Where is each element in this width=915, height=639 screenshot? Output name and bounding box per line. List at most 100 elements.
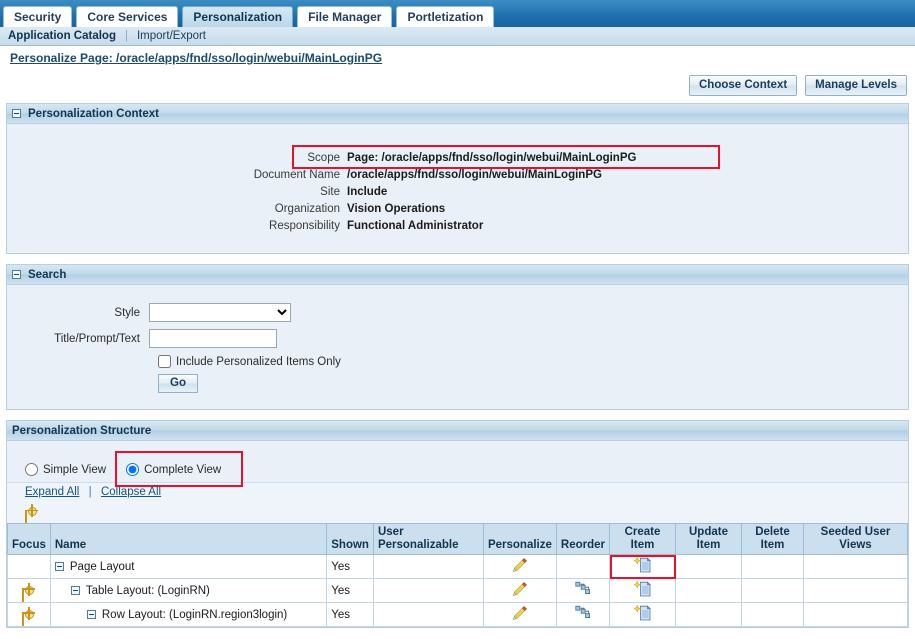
context-row-site: Site Include xyxy=(7,184,908,200)
context-value: /oracle/apps/fnd/sso/login/webui/MainLog… xyxy=(347,169,602,181)
tab-label: Security xyxy=(14,10,62,24)
tab-security[interactable]: Security xyxy=(3,6,73,27)
style-select[interactable] xyxy=(149,303,291,322)
personalization-structure-title: Personalization Structure xyxy=(12,424,152,437)
cell-delete-item xyxy=(741,554,804,579)
subnav-import-export[interactable]: Import/Export xyxy=(137,30,206,42)
pencil-icon[interactable] xyxy=(512,582,528,600)
col-create-item: Create Item xyxy=(609,523,676,555)
node-label: Page Layout xyxy=(69,560,135,573)
context-label: Organization xyxy=(274,203,340,215)
page-title-text[interactable]: Personalize Page: /oracle/apps/fnd/sso/l… xyxy=(10,51,382,65)
personalization-structure-table: Focus Name Shown User Personalizable Per… xyxy=(7,523,908,627)
create-document-icon[interactable] xyxy=(633,605,652,624)
table-row: Table Layout: (LoginRN) Yes xyxy=(7,578,908,603)
title-prompt-input[interactable] xyxy=(149,329,277,348)
personalization-context-header: Personalization Context xyxy=(7,104,908,124)
context-value: Vision Operations xyxy=(347,203,446,215)
cell-update-item xyxy=(675,578,742,603)
tab-portletization[interactable]: Portletization xyxy=(396,6,495,27)
cell-name: Table Layout: (LoginRN) xyxy=(49,578,328,603)
cell-create-item[interactable] xyxy=(609,602,676,627)
link-separator: | xyxy=(88,486,92,498)
collapse-all-link[interactable]: Collapse All xyxy=(101,486,161,498)
create-document-icon[interactable] xyxy=(633,557,652,576)
focus-target-icon[interactable] xyxy=(22,606,36,620)
col-shown: Shown xyxy=(326,523,374,555)
tab-label: Portletization xyxy=(407,10,484,24)
pencil-icon[interactable] xyxy=(512,606,528,624)
cell-focus[interactable] xyxy=(7,578,51,603)
search-panel: Search Style Title/Prompt/Text Include P… xyxy=(6,264,909,410)
tab-core-services[interactable]: Core Services xyxy=(76,6,179,27)
personalization-structure-panel: Personalization Structure Simple View Com… xyxy=(6,420,909,628)
col-delete-item: Delete Item xyxy=(741,523,804,555)
cell-create-item[interactable] xyxy=(609,554,676,579)
col-update-item-line2: Item xyxy=(696,539,721,551)
cell-personalize[interactable] xyxy=(482,554,557,579)
cell-seeded-user-views xyxy=(803,578,908,603)
context-value: Functional Administrator xyxy=(347,220,484,232)
cell-reorder xyxy=(555,554,611,579)
table-row: Page Layout Yes xyxy=(7,554,908,579)
collapse-toggle-icon[interactable] xyxy=(12,270,21,279)
expand-all-link[interactable]: Expand All xyxy=(25,486,79,498)
reorder-icon[interactable] xyxy=(575,605,591,624)
cell-reorder[interactable] xyxy=(555,602,611,627)
subnav-application-catalog[interactable]: Application Catalog xyxy=(8,30,116,42)
create-document-icon[interactable] xyxy=(633,581,652,600)
col-personalize: Personalize xyxy=(482,523,557,555)
manage-levels-button[interactable]: Manage Levels xyxy=(805,75,907,96)
cell-create-item[interactable] xyxy=(609,578,676,603)
cell-delete-item xyxy=(741,602,804,627)
col-delete-item-line2: Item xyxy=(760,539,785,551)
tab-personalization[interactable]: Personalization xyxy=(182,6,294,27)
pencil-icon[interactable] xyxy=(512,558,528,576)
col-delete-item-line1: Delete xyxy=(755,526,790,538)
reorder-icon[interactable] xyxy=(575,581,591,600)
tab-file-manager[interactable]: File Manager xyxy=(297,6,393,27)
context-value: Page: /oracle/apps/fnd/sso/login/webui/M… xyxy=(347,152,637,164)
cell-focus[interactable] xyxy=(7,602,51,627)
cell-name: Page Layout xyxy=(49,554,328,579)
personalization-structure-body: Simple View Complete View Expand All | Co… xyxy=(7,441,908,627)
title-prompt-label: Title/Prompt/Text xyxy=(54,332,140,345)
collapse-toggle-icon[interactable] xyxy=(86,610,96,619)
choose-context-button[interactable]: Choose Context xyxy=(689,75,798,96)
col-focus: Focus xyxy=(7,523,51,555)
view-option-radio[interactable] xyxy=(25,463,38,476)
view-option-complete-view[interactable]: Complete View xyxy=(126,463,221,476)
go-row: Go xyxy=(7,374,908,393)
context-row-scope: Scope Page: /oracle/apps/fnd/sso/login/we… xyxy=(7,150,908,166)
collapse-toggle-icon[interactable] xyxy=(12,109,21,118)
view-mode-radio-group: Simple View Complete View xyxy=(7,451,908,487)
tab-label: Personalization xyxy=(193,10,283,24)
cell-personalize[interactable] xyxy=(482,578,557,603)
include-personalized-items-checkbox[interactable] xyxy=(158,355,171,368)
node-label: Table Layout: (LoginRN) xyxy=(85,584,210,597)
context-label: Document Name xyxy=(253,169,340,181)
col-seeded-user-views-line2: Views xyxy=(839,539,872,551)
cell-delete-item xyxy=(741,578,804,603)
cell-update-item xyxy=(675,602,742,627)
cell-user-personalizable xyxy=(372,602,484,627)
col-update-item: Update Item xyxy=(675,523,742,555)
personalization-structure-header: Personalization Structure xyxy=(7,421,908,441)
cell-update-item xyxy=(675,554,742,579)
view-option-radio[interactable] xyxy=(126,463,140,476)
col-user-personalizable-line2: Personalizable xyxy=(377,539,459,551)
cell-personalize[interactable] xyxy=(482,602,557,627)
view-option-simple-view[interactable]: Simple View xyxy=(25,463,106,476)
context-label: Site xyxy=(320,186,340,198)
cell-reorder[interactable] xyxy=(555,578,611,603)
focus-target-icon[interactable] xyxy=(22,582,36,596)
col-user-personalizable-line1: User xyxy=(377,526,404,538)
table-row: Row Layout: (LoginRN.region3login) Yes xyxy=(7,602,908,627)
personalization-context-body: Scope Page: /oracle/apps/fnd/sso/login/we… xyxy=(7,124,908,253)
collapse-toggle-icon[interactable] xyxy=(54,562,64,571)
context-value: Include xyxy=(347,186,388,198)
cell-user-personalizable xyxy=(372,554,484,579)
focus-target-icon[interactable] xyxy=(25,504,38,517)
collapse-toggle-icon[interactable] xyxy=(70,586,80,595)
go-button[interactable]: Go xyxy=(158,374,198,393)
